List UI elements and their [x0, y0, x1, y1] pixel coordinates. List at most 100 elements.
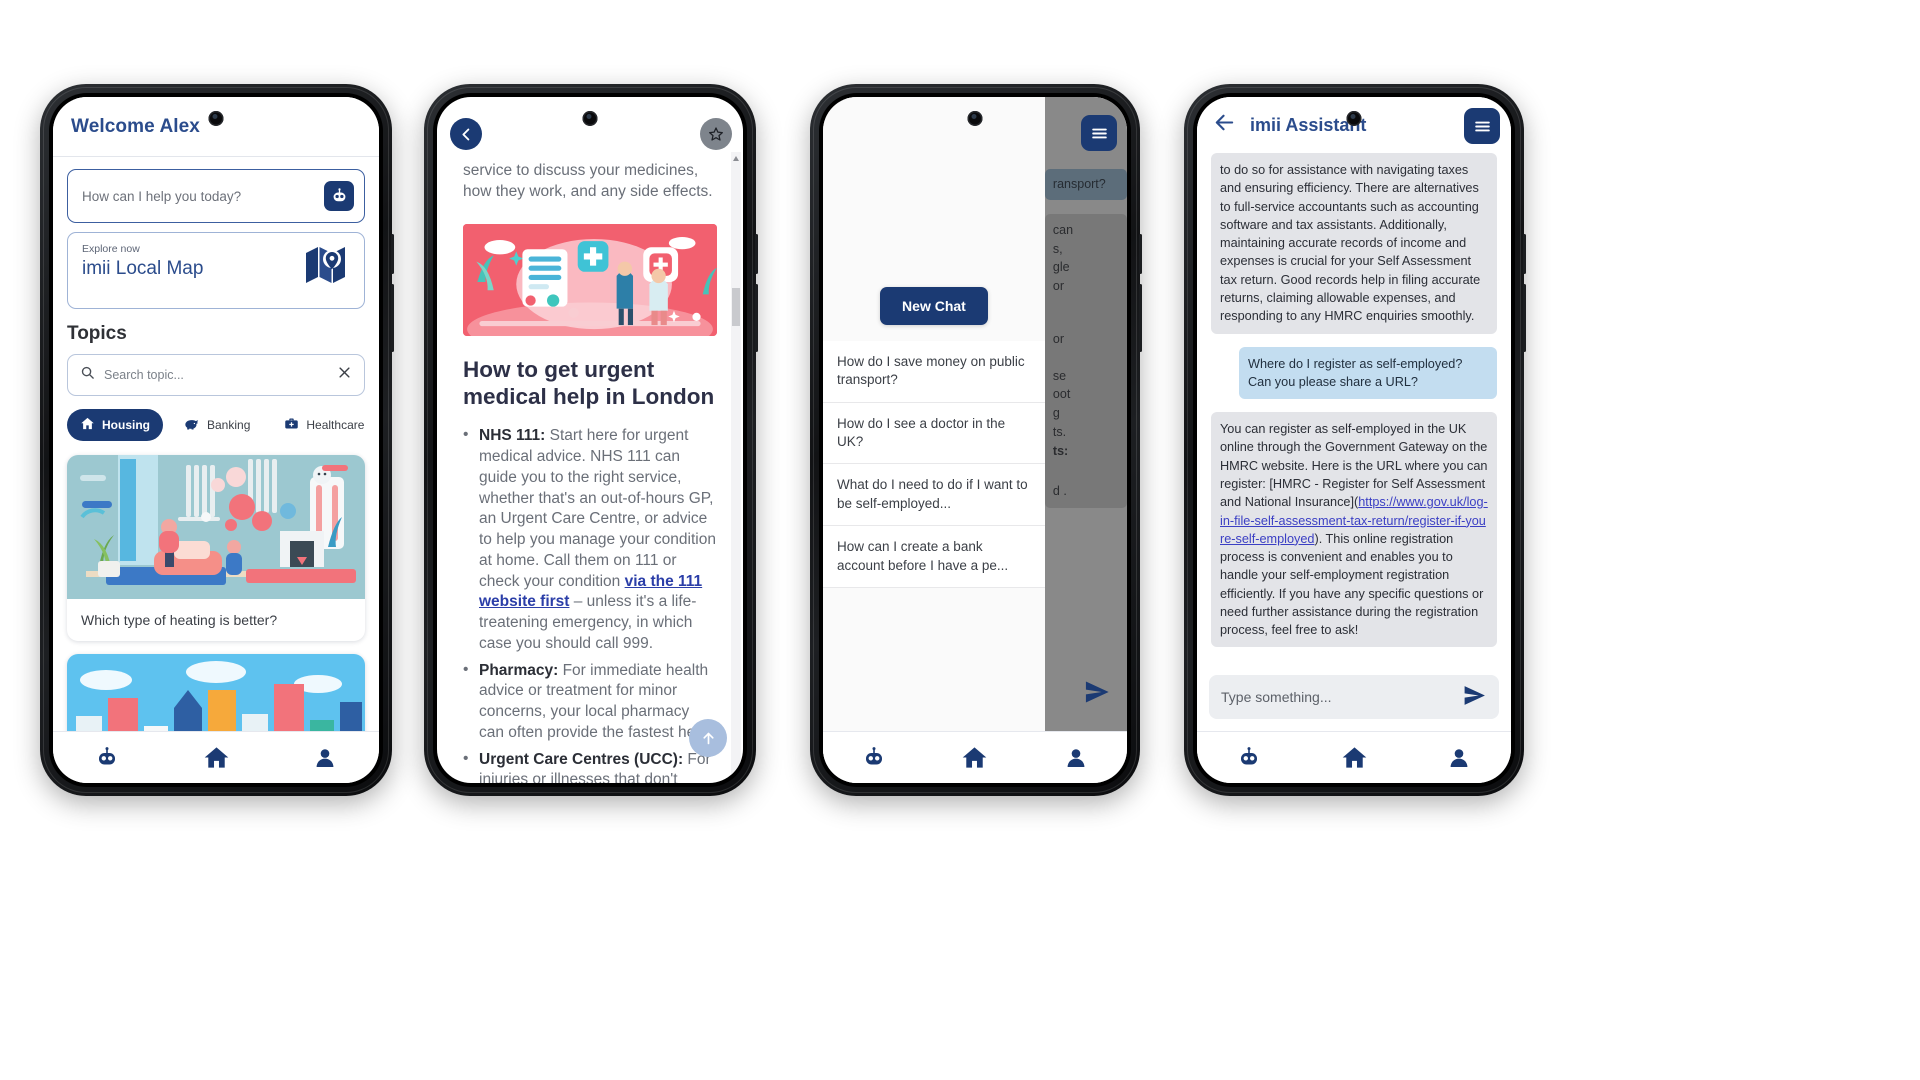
tab-profile[interactable] [1406, 746, 1511, 770]
home-icon [80, 416, 95, 434]
user-message: Where do I register as self-employed? Ca… [1239, 346, 1497, 400]
card-caption: Which type of heating is better? [81, 612, 278, 628]
topic-chip-banking[interactable]: Banking [171, 409, 263, 441]
phone-1-screen: Welcome Alex How can I help you today? E… [53, 97, 379, 783]
list-item: Pharmacy: For immediate health advice or… [463, 660, 717, 744]
card-image-city [67, 654, 365, 731]
phone-3-chat-drawer: ransport? can s, gle or or se oot g [810, 84, 1142, 796]
search-input-placeholder: Search topic... [104, 368, 184, 382]
bullet-text-before: Start here for urgent medical advice. NH… [479, 427, 716, 590]
power-button[interactable] [755, 284, 758, 352]
conversations-drawer: New Chat How do I save money on public t… [823, 97, 1045, 783]
front-camera [967, 111, 983, 126]
article-content: service to discuss your medicines, how t… [437, 97, 743, 783]
tab-home[interactable] [1302, 744, 1407, 771]
volume-up-button[interactable] [755, 234, 758, 274]
map-icon [304, 243, 350, 292]
robot-icon [865, 746, 882, 764]
conversation-item[interactable]: How can I create a bank account before I… [823, 526, 1045, 588]
topic-chip-row[interactable]: Housing Banking Healthcare [67, 409, 365, 441]
power-button[interactable] [391, 284, 394, 352]
scrollbar-thumb[interactable] [732, 288, 740, 326]
phone-2-screen: service to discuss your medicines, how t… [437, 97, 743, 783]
robot-icon [1241, 746, 1258, 764]
tab-home[interactable] [162, 744, 271, 771]
phone-2-article: service to discuss your medicines, how t… [424, 84, 758, 796]
scroll-up-arrow-icon[interactable] [733, 156, 739, 161]
message-input[interactable]: Type something... [1209, 675, 1499, 719]
tab-home[interactable] [924, 744, 1025, 771]
topic-card[interactable] [67, 654, 365, 731]
ask-input-placeholder: How can I help you today? [82, 188, 242, 204]
search-topic-field[interactable]: Search topic... [67, 354, 365, 396]
explore-label: Explore now [82, 243, 140, 255]
bottom-tab-bar [823, 731, 1127, 783]
robot-icon [99, 746, 116, 764]
new-chat-button[interactable]: New Chat [880, 287, 988, 325]
power-button[interactable] [1139, 284, 1142, 352]
close-icon[interactable] [337, 365, 352, 385]
power-button[interactable] [1523, 284, 1526, 352]
robot-icon[interactable] [324, 181, 354, 211]
star-icon [709, 127, 723, 141]
phone-mockups-stage: Welcome Alex How can I help you today? E… [0, 0, 1920, 1080]
send-icon [1085, 681, 1109, 703]
back-button[interactable] [450, 118, 482, 150]
medical-bag-icon [284, 416, 299, 434]
tab-assistant[interactable] [1197, 746, 1302, 770]
back-button[interactable] [1213, 111, 1236, 139]
bottom-tab-bar [53, 731, 379, 783]
send-button[interactable] [1462, 683, 1487, 711]
phone-3-screen: ransport? can s, gle or or se oot g [823, 97, 1127, 783]
card-image-heating [67, 455, 365, 599]
local-map-text: Explore now imii Local Map [82, 243, 203, 280]
volume-up-button[interactable] [1523, 234, 1526, 274]
tab-profile[interactable] [270, 746, 379, 770]
chat-thread[interactable]: to do so for assistance with navigating … [1197, 153, 1511, 671]
person-icon [1450, 748, 1468, 767]
volume-up-button[interactable] [1139, 234, 1142, 274]
tab-profile[interactable] [1026, 746, 1127, 770]
menu-button[interactable] [1081, 115, 1117, 151]
article-lead-paragraph: service to discuss your medicines, how t… [463, 162, 713, 200]
topic-chip-label: Banking [207, 418, 251, 432]
phone-4-assistant-chat: imii Assistant to do so for assistance w… [1184, 84, 1526, 796]
front-camera [208, 111, 224, 126]
volume-up-button[interactable] [391, 234, 394, 274]
tab-assistant[interactable] [53, 746, 162, 770]
phone-1-bezel: Welcome Alex How can I help you today? E… [49, 93, 383, 787]
topic-chip-healthcare[interactable]: Healthcare [271, 409, 365, 441]
topics-heading: Topics [67, 323, 127, 344]
person-icon [1067, 748, 1085, 767]
conversation-item[interactable]: How do I save money on public transport? [823, 341, 1045, 403]
send-icon [1464, 686, 1485, 705]
menu-button[interactable] [1464, 108, 1500, 144]
hamburger-menu-icon [1091, 128, 1107, 138]
article-title: How to get urgent medical help in London [463, 357, 715, 410]
phone-4-bezel: imii Assistant to do so for assistance w… [1193, 93, 1515, 787]
front-camera [1346, 111, 1362, 126]
home-header: Welcome Alex [53, 97, 379, 157]
tab-assistant[interactable] [823, 746, 924, 770]
send-button[interactable] [1083, 678, 1111, 711]
topic-chip-label: Healthcare [306, 418, 365, 432]
conversation-item[interactable]: How do I see a doctor in the UK? [823, 402, 1045, 465]
topic-chip-housing[interactable]: Housing [67, 409, 163, 441]
local-map-card[interactable]: Explore now imii Local Map [67, 232, 365, 309]
ask-assistant-input[interactable]: How can I help you today? [67, 169, 365, 223]
article-bullet-list: NHS 111: Start here for urgent medical a… [463, 425, 717, 783]
phone-4-screen: imii Assistant to do so for assistance w… [1197, 97, 1511, 783]
scrollbar[interactable] [731, 152, 741, 783]
favorite-button[interactable] [700, 118, 732, 150]
conversation-item[interactable]: What do I need to do if I want to be sel… [823, 464, 1045, 527]
assistant-message: You can register as self-employed in the… [1211, 412, 1497, 648]
list-item: NHS 111: Start here for urgent medical a… [463, 425, 717, 654]
message-input-placeholder: Type something... [1221, 689, 1332, 705]
topic-card[interactable]: Which type of heating is better? [67, 455, 365, 641]
home-icon [1342, 747, 1366, 768]
list-item: Urgent Care Centres (UCC): For injuries … [463, 749, 717, 783]
topic-chip-label: Housing [102, 418, 150, 432]
scroll-to-top-button[interactable] [689, 719, 727, 757]
search-icon [80, 365, 95, 385]
person-icon [316, 748, 334, 767]
